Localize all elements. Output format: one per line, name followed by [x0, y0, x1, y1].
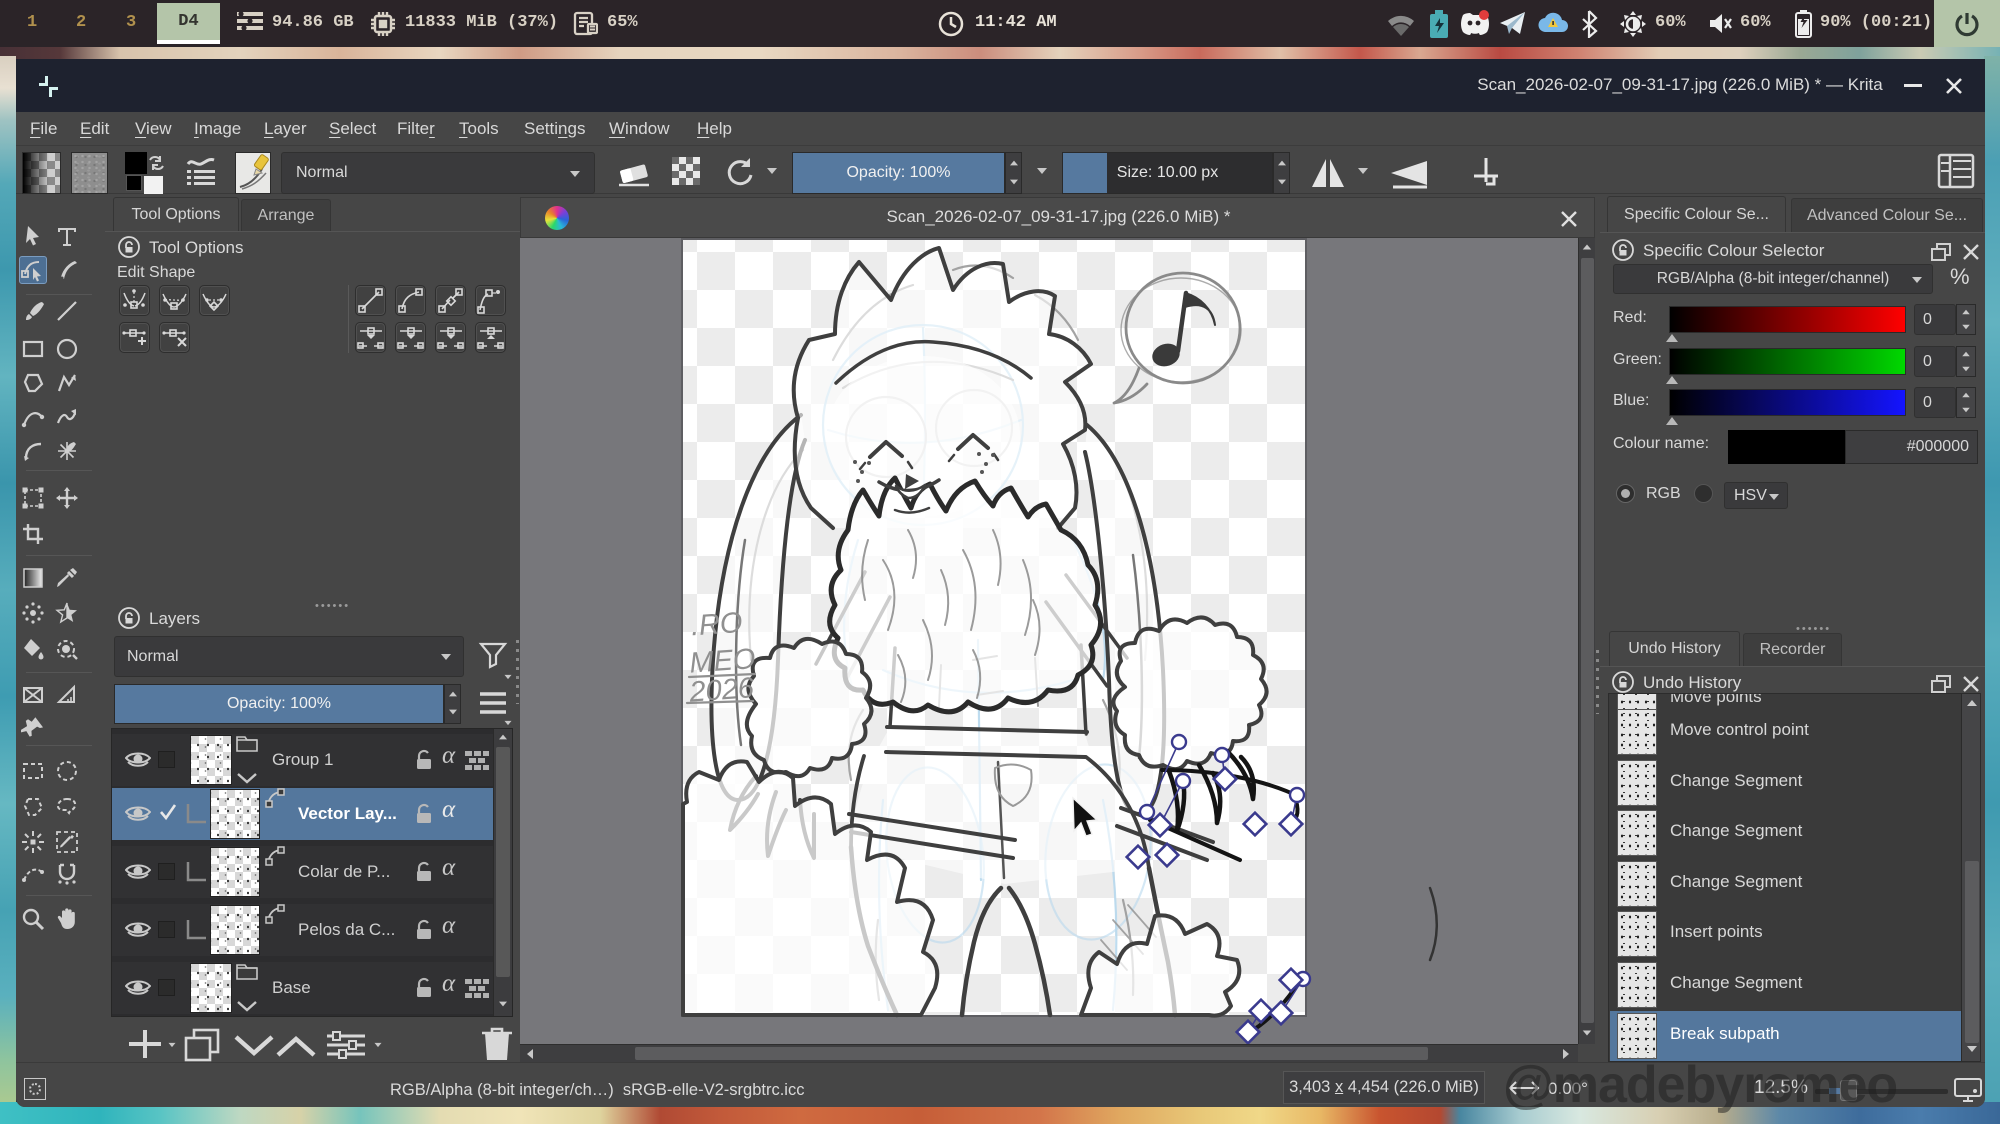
svg-text:.RO: .RO [690, 607, 744, 643]
